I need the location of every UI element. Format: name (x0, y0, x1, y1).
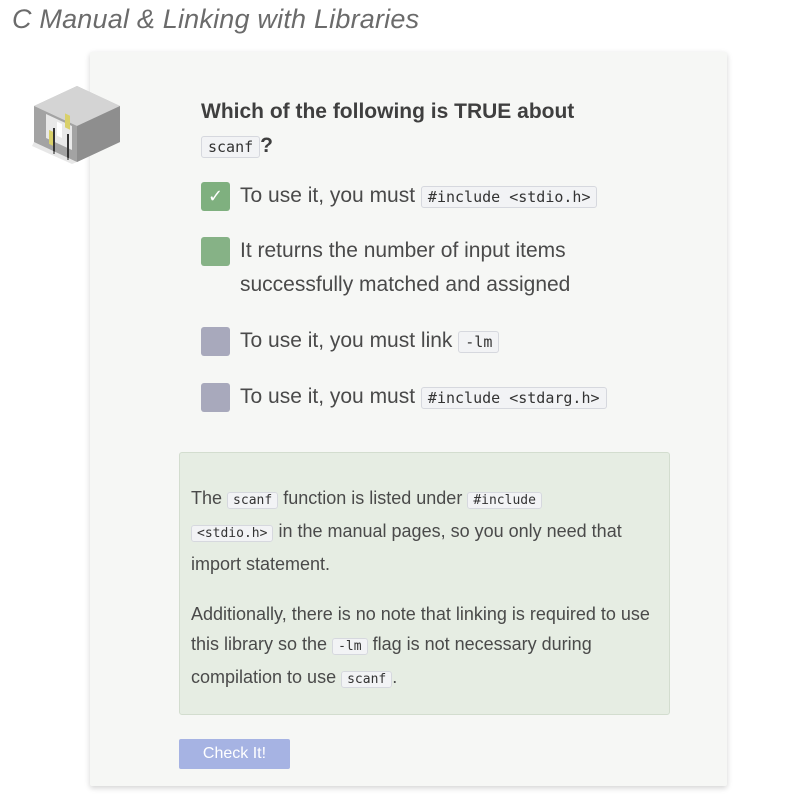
question-suffix: ? (260, 134, 273, 157)
check-it-button[interactable]: Check It! (179, 739, 290, 769)
feedback-text: The (191, 488, 223, 508)
page-title: C Manual & Linking with Libraries (12, 4, 420, 34)
question-code: scanf (201, 136, 261, 158)
option-code: -lm (458, 331, 500, 353)
feedback-text: function is listed under (283, 488, 463, 508)
option-label: To use it, you must #include <stdarg.h> (240, 380, 607, 415)
question-prompt: Which of the following is TRUE about (201, 100, 575, 123)
feedback-text: . (392, 667, 398, 687)
feedback-panel: The scanf function is listed under #incl… (179, 452, 670, 715)
feedback-code: -lm (332, 638, 368, 655)
option-code: #include <stdio.h> (420, 186, 598, 208)
feedback-code: #include (467, 492, 542, 509)
feedback-code: scanf (341, 671, 393, 688)
feedback-code: scanf (227, 492, 279, 509)
option-returns-count[interactable]: It returns the number of input items suc… (201, 237, 671, 302)
option-text: To use it, you must link (240, 329, 453, 352)
option-label: To use it, you must link -lm (240, 324, 500, 359)
option-label: It returns the number of input items suc… (240, 234, 570, 302)
option-text: To use it, you must (240, 385, 416, 408)
checkmark-icon: ✓ (207, 186, 224, 206)
option-include-stdarg[interactable]: To use it, you must #include <stdarg.h> (201, 383, 671, 415)
feedback-paragraph: The scanf function is listed under #incl… (191, 483, 658, 579)
option-text: To use it, you must (240, 184, 416, 207)
option-include-stdio[interactable]: ✓ To use it, you must #include <stdio.h> (201, 182, 671, 214)
question-text: Which of the following is TRUE about sca… (201, 95, 671, 164)
gate-cube-icon (32, 86, 120, 164)
option-code: #include <stdarg.h> (420, 387, 607, 409)
option-label: To use it, you must #include <stdio.h> (240, 179, 598, 214)
feedback-code: <stdio.h> (191, 525, 274, 542)
feedback-paragraph: Additionally, there is no note that link… (191, 599, 658, 695)
option-text: It returns the number of input items (240, 239, 566, 262)
option-checkbox[interactable] (201, 327, 230, 356)
option-checkbox[interactable]: ✓ (201, 182, 230, 211)
option-text-line2: successfully matched and assigned (240, 273, 571, 296)
option-checkbox[interactable] (201, 383, 230, 412)
option-checkbox[interactable] (201, 237, 230, 266)
option-link-lm[interactable]: To use it, you must link -lm (201, 327, 671, 359)
